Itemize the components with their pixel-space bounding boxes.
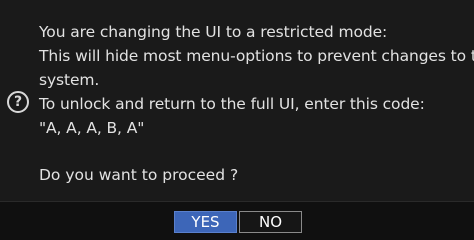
message-line-2: This will hide most menu-options to prev…	[39, 47, 474, 65]
help-question-icon: ?	[7, 91, 29, 113]
dialog-button-bar: YES NO	[0, 201, 474, 240]
unlock-code-text: "A, A, A, B, A"	[39, 119, 145, 137]
message-line-3: system.	[39, 71, 100, 89]
message-line-4: To unlock and return to the full UI, ent…	[39, 95, 425, 113]
message-line-1: You are changing the UI to a restricted …	[39, 23, 388, 41]
dialog-message: You are changing the UI to a restricted …	[39, 20, 474, 140]
proceed-question: Do you want to proceed ?	[39, 166, 239, 184]
yes-button[interactable]: YES	[174, 211, 237, 233]
no-button[interactable]: NO	[239, 211, 302, 233]
restricted-mode-dialog: ? You are changing the UI to a restricte…	[0, 0, 474, 240]
